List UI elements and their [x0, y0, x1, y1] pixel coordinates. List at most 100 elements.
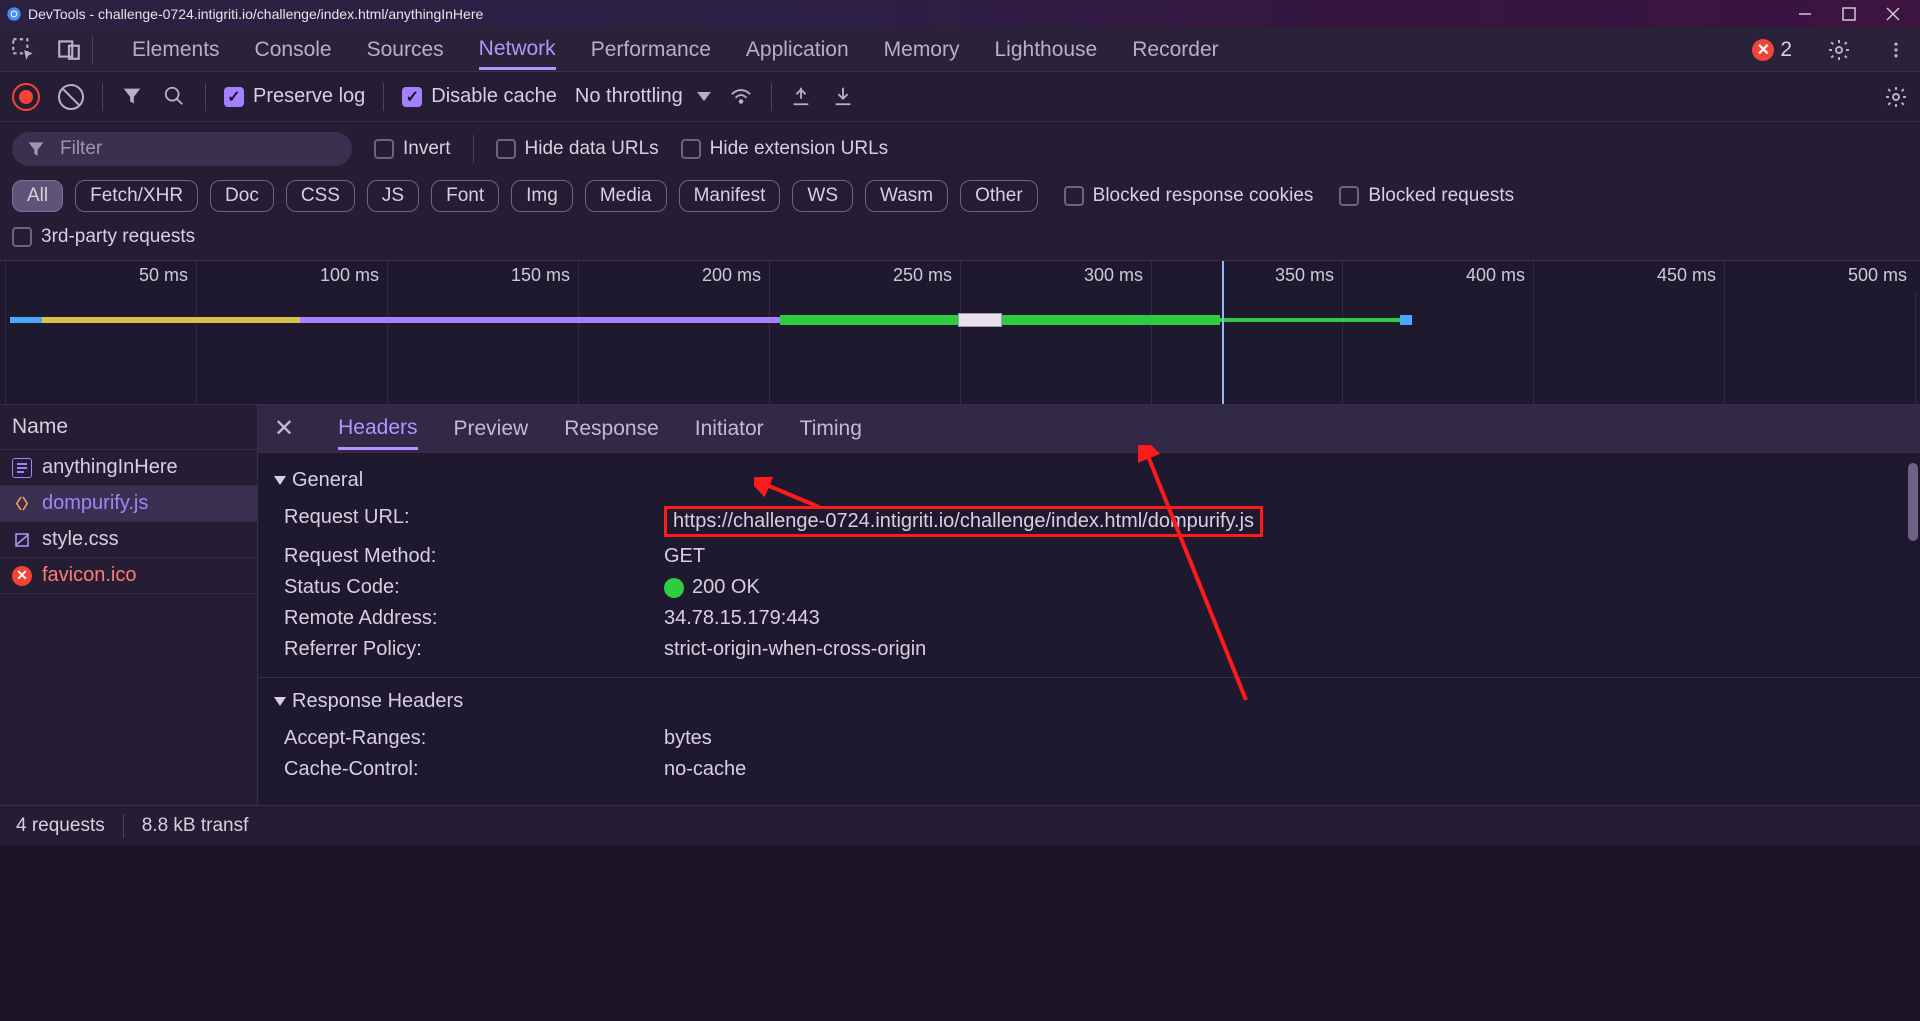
search-icon[interactable]	[163, 85, 187, 109]
header-key: Referrer Policy:	[284, 638, 664, 661]
request-row[interactable]: style.css	[0, 522, 257, 558]
header-row: Request Method:GET	[274, 541, 1904, 572]
hide-extension-urls-label: Hide extension URLs	[710, 138, 888, 160]
filter-icon[interactable]	[121, 85, 145, 109]
clear-button[interactable]	[58, 84, 84, 110]
request-css-icon	[12, 530, 32, 550]
header-key: Request URL:	[284, 506, 664, 537]
request-list-header[interactable]: Name	[0, 405, 257, 450]
triangle-down-icon	[274, 697, 286, 706]
timeline-tick: 150 ms	[387, 261, 578, 293]
window-close-button[interactable]	[1884, 5, 1902, 23]
inspect-element-icon[interactable]	[10, 36, 38, 64]
blocked-cookies-checkbox[interactable]: Blocked response cookies	[1064, 185, 1314, 207]
network-timeline[interactable]: 50 ms100 ms150 ms200 ms250 ms300 ms350 m…	[0, 261, 1920, 405]
response-headers-section-toggle[interactable]: Response Headers	[274, 690, 1904, 713]
filter-type-doc[interactable]: Doc	[210, 180, 274, 212]
request-detail: ✕ Headers Preview Response Initiator Tim…	[258, 405, 1920, 805]
network-settings-gear-icon[interactable]	[1884, 85, 1908, 109]
settings-gear-icon[interactable]	[1827, 38, 1851, 62]
network-statusbar: 4 requests 8.8 kB transf	[0, 805, 1920, 845]
header-key: Request Method:	[284, 545, 664, 568]
filter-placeholder: Filter	[60, 138, 102, 160]
more-menu-icon[interactable]	[1886, 38, 1910, 62]
filter-type-wasm[interactable]: Wasm	[865, 180, 948, 212]
third-party-checkbox[interactable]: 3rd-party requests	[12, 226, 195, 248]
timeline-handle[interactable]	[958, 313, 1002, 327]
window-minimize-button[interactable]	[1796, 5, 1814, 23]
filter-type-manifest[interactable]: Manifest	[679, 180, 781, 212]
header-value: https://challenge-0724.intigriti.io/chal…	[664, 506, 1263, 537]
error-count[interactable]: ✕2	[1752, 38, 1792, 62]
hide-data-urls-label: Hide data URLs	[525, 138, 659, 160]
general-section-toggle[interactable]: General	[274, 469, 1904, 492]
filter-type-img[interactable]: Img	[511, 180, 573, 212]
scrollbar-thumb[interactable]	[1908, 463, 1918, 541]
request-row[interactable]: 〈〉dompurify.js	[0, 486, 257, 522]
filter-type-fetchxhr[interactable]: Fetch/XHR	[75, 180, 198, 212]
tab-network[interactable]: Network	[479, 30, 556, 70]
filter-input[interactable]: Filter	[12, 132, 352, 166]
export-har-icon[interactable]	[832, 85, 856, 109]
request-row[interactable]: anythingInHere	[0, 450, 257, 486]
network-conditions-icon[interactable]	[729, 85, 753, 109]
funnel-icon	[26, 139, 46, 159]
record-button[interactable]	[12, 83, 40, 111]
tab-recorder[interactable]: Recorder	[1132, 38, 1218, 62]
detail-tab-initiator[interactable]: Initiator	[695, 417, 764, 441]
blocked_req-label: Blocked requests	[1368, 185, 1514, 207]
detail-tab-preview[interactable]: Preview	[454, 417, 529, 441]
filter-type-ws[interactable]: WS	[792, 180, 853, 212]
header-row: Referrer Policy:strict-origin-when-cross…	[274, 634, 1904, 665]
filter-type-css[interactable]: CSS	[286, 180, 355, 212]
header-row: Accept-Ranges:bytes	[274, 723, 1904, 754]
window-title: DevTools - challenge-0724.intigriti.io/c…	[28, 6, 483, 22]
header-value: no-cache	[664, 758, 746, 781]
tab-sources[interactable]: Sources	[367, 38, 444, 62]
request-row[interactable]: ✕favicon.ico	[0, 558, 257, 594]
window-maximize-button[interactable]	[1840, 5, 1858, 23]
tab-lighthouse[interactable]: Lighthouse	[994, 38, 1097, 62]
timeline-tick: 200 ms	[578, 261, 769, 293]
filter-type-font[interactable]: Font	[431, 180, 499, 212]
request-list: Name anythingInHere 〈〉dompurify.js style.c…	[0, 405, 258, 805]
tab-performance[interactable]: Performance	[591, 38, 711, 62]
request-name: style.css	[42, 528, 119, 551]
header-key: Remote Address:	[284, 607, 664, 630]
filter-type-media[interactable]: Media	[585, 180, 667, 212]
request-js-icon: 〈〉	[12, 494, 32, 514]
blocked-req-checkbox[interactable]: Blocked requests	[1339, 185, 1514, 207]
invert-checkbox[interactable]: Invert	[374, 138, 451, 160]
filter-type-js[interactable]: JS	[367, 180, 419, 212]
timeline-tick: 450 ms	[1533, 261, 1724, 293]
timeline-playhead[interactable]	[1222, 261, 1224, 404]
disable-cache-checkbox[interactable]: ✓Disable cache	[402, 85, 557, 108]
throttling-select[interactable]: No throttling	[575, 85, 711, 108]
request-doc-icon	[12, 458, 32, 478]
error-icon: ✕	[1752, 39, 1774, 61]
filter-type-all[interactable]: All	[12, 180, 63, 212]
timeline-tick: 50 ms	[5, 261, 196, 293]
throttling-label: No throttling	[575, 85, 683, 108]
hide-extension-urls-checkbox[interactable]: Hide extension URLs	[681, 138, 888, 160]
tab-console[interactable]: Console	[255, 38, 332, 62]
request-name: anythingInHere	[42, 456, 178, 479]
tab-application[interactable]: Application	[746, 38, 849, 62]
close-detail-button[interactable]: ✕	[274, 414, 294, 443]
device-toolbar-icon[interactable]	[56, 36, 84, 64]
preserve-log-checkbox[interactable]: ✓Preserve log	[224, 85, 365, 108]
tab-memory[interactable]: Memory	[884, 38, 960, 62]
chrome-logo-icon	[6, 6, 22, 22]
detail-tab-timing[interactable]: Timing	[800, 417, 862, 441]
filter-type-other[interactable]: Other	[960, 180, 1038, 212]
detail-tab-headers[interactable]: Headers	[338, 408, 417, 450]
tab-elements[interactable]: Elements	[132, 38, 220, 62]
general-section-title: General	[292, 469, 363, 492]
status-requests: 4 requests	[16, 815, 105, 837]
hide-data-urls-checkbox[interactable]: Hide data URLs	[496, 138, 659, 160]
timeline-tick: 500 ms	[1724, 261, 1915, 293]
detail-tabs: ✕ Headers Preview Response Initiator Tim…	[258, 405, 1920, 453]
disable-cache-label: Disable cache	[431, 85, 557, 108]
detail-tab-response[interactable]: Response	[564, 417, 659, 441]
import-har-icon[interactable]	[790, 85, 814, 109]
